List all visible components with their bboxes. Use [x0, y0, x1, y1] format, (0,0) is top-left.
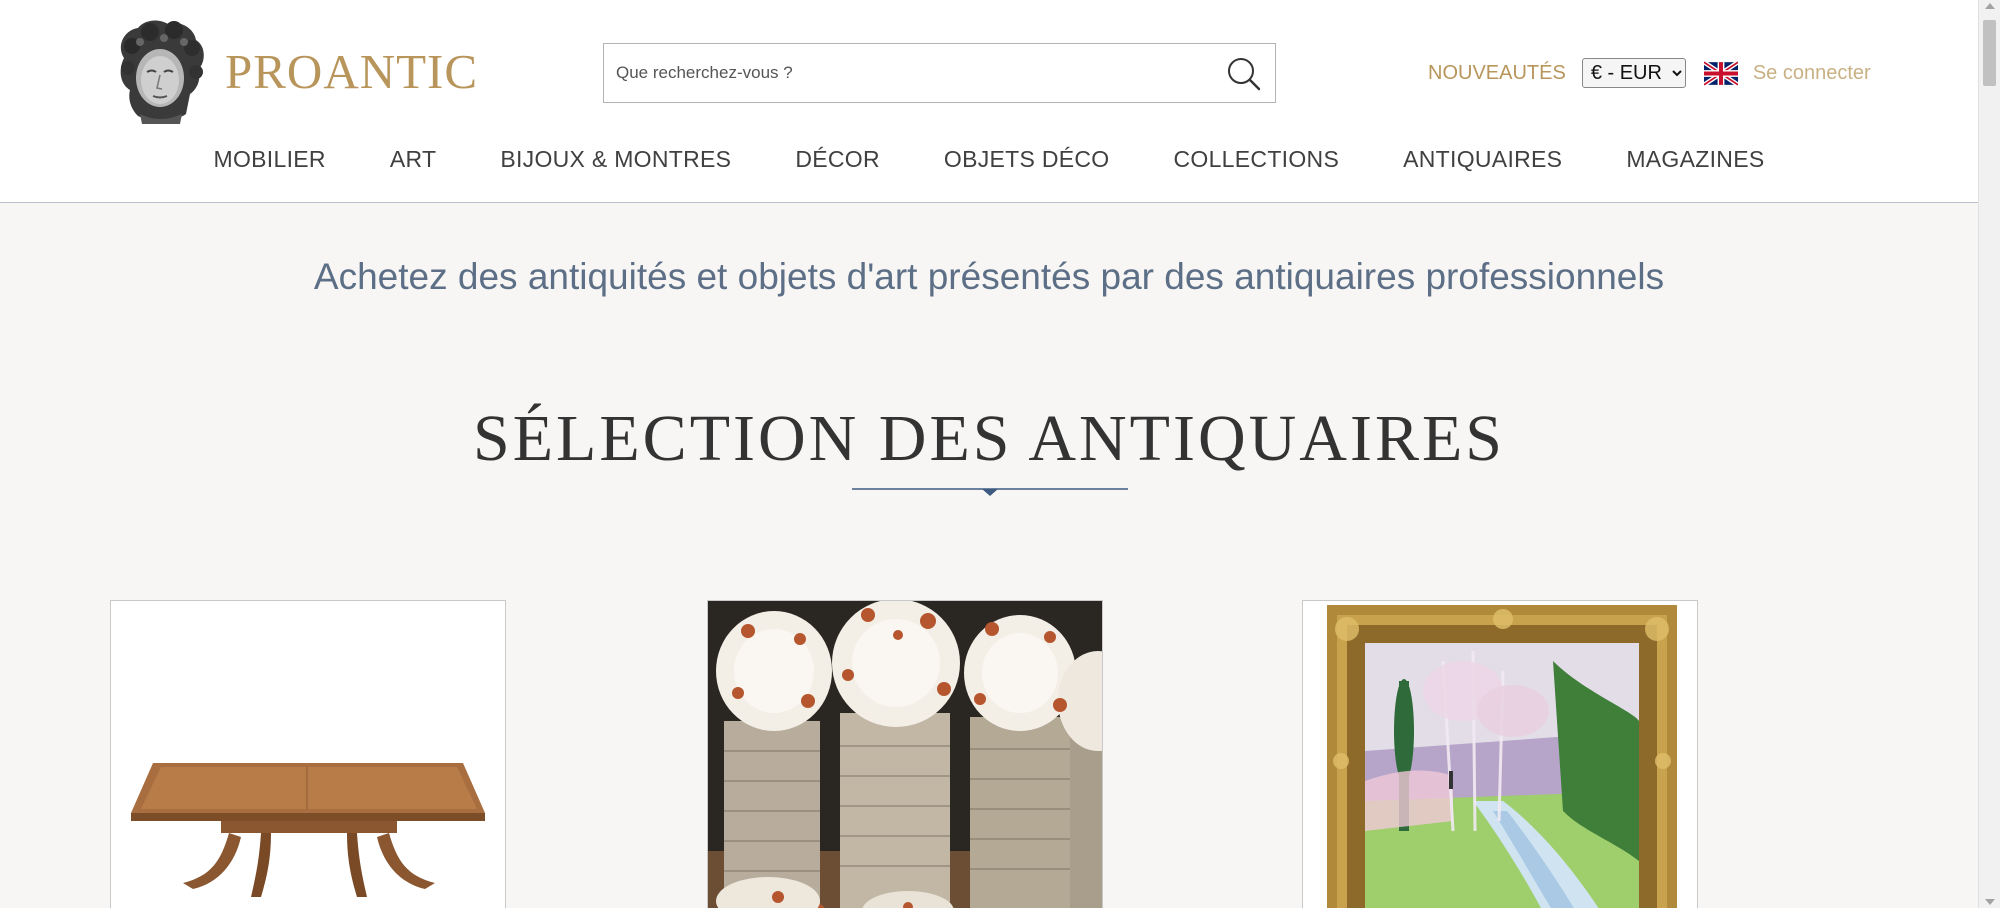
nav-item-collections[interactable]: COLLECTIONS: [1173, 146, 1339, 173]
site-header: PROANTIC NOUVEAUTÉS € - EUR Se connecter…: [0, 0, 1978, 203]
nav-item-magazines[interactable]: MAGAZINES: [1626, 146, 1764, 173]
scroll-up-arrow-icon[interactable]: [1985, 3, 1995, 9]
product-card-table[interactable]: [110, 600, 506, 908]
search-box: [603, 43, 1276, 103]
header-actions: NOUVEAUTÉS € - EUR Se connecter: [1428, 55, 1871, 91]
nav-item-mobilier[interactable]: MOBILIER: [214, 146, 326, 173]
nav-item-antiquaires[interactable]: ANTIQUAIRES: [1403, 146, 1562, 173]
nav-item-art[interactable]: ART: [390, 146, 437, 173]
sculpted-head-logo-icon: [120, 20, 204, 124]
porcelain-plate-set-image: [708, 601, 1102, 908]
uk-flag-icon[interactable]: [1703, 60, 1738, 86]
logo[interactable]: PROANTIC: [110, 18, 478, 124]
wooden-dining-table-image: [111, 601, 505, 908]
search-icon[interactable]: [1225, 55, 1263, 93]
framed-landscape-painting-image: [1303, 601, 1697, 908]
scroll-thumb[interactable]: [1983, 20, 1996, 86]
logo-text: PROANTIC: [225, 43, 479, 99]
section-divider: [852, 488, 1128, 496]
scroll-down-arrow-icon[interactable]: [1985, 899, 1995, 905]
tagline: Achetez des antiquités et objets d'art p…: [313, 256, 1665, 297]
currency-select[interactable]: € - EUR: [1581, 58, 1686, 88]
search-input[interactable]: [616, 44, 1196, 102]
main-nav: MOBILIER ART BIJOUX & MONTRES DÉCOR OBJE…: [0, 146, 1978, 173]
section-title: SÉLECTION DES ANTIQUAIRES: [473, 402, 1505, 475]
login-link[interactable]: Se connecter: [1753, 62, 1871, 85]
nav-item-decor[interactable]: DÉCOR: [795, 146, 880, 173]
product-card-porcelain[interactable]: [707, 600, 1103, 908]
nav-item-bijoux-montres[interactable]: BIJOUX & MONTRES: [500, 146, 731, 173]
page-scrollbar[interactable]: [1978, 0, 2000, 908]
product-card-painting[interactable]: [1302, 600, 1698, 908]
nav-item-objets-deco[interactable]: OBJETS DÉCO: [944, 146, 1110, 173]
new-arrivals-link[interactable]: NOUVEAUTÉS: [1428, 62, 1566, 85]
